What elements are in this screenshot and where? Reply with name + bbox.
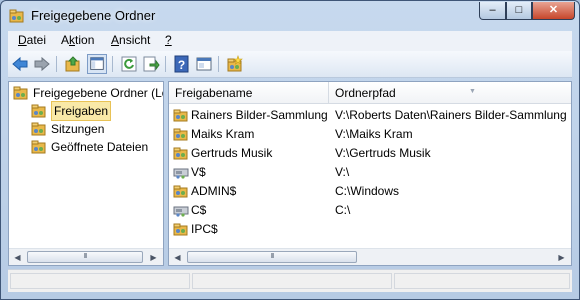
- sort-indicator-icon: ▼: [469, 88, 476, 95]
- status-cell: [192, 273, 392, 289]
- toolbar-separator: [112, 56, 113, 72]
- tree-item-label: Geöffnete Dateien: [51, 140, 149, 154]
- share-name: V$: [191, 165, 206, 179]
- shared-folders-icon: [13, 86, 28, 100]
- toolbar-separator: [165, 56, 166, 72]
- column-header-ordnerpfad[interactable]: Ordnerpfad ▼: [329, 82, 571, 104]
- folder-path: V:\: [335, 165, 350, 179]
- menu-datei[interactable]: Datei: [18, 33, 46, 47]
- shared-folder-icon: [173, 223, 188, 236]
- column-header-freigabename[interactable]: Freigabename: [169, 82, 329, 104]
- scrollbar-thumb[interactable]: III: [27, 251, 143, 263]
- svg-text:?: ?: [178, 58, 185, 72]
- menu-bar: Datei Aktion Ansicht ?: [8, 31, 572, 51]
- share-name: ADMIN$: [191, 184, 237, 198]
- share-name: IPC$: [191, 222, 218, 236]
- column-header-label: Ordnerpfad: [335, 86, 396, 100]
- folder-path: C:\: [335, 203, 351, 217]
- sessions-folder-icon: [31, 122, 46, 136]
- new-share-icon[interactable]: [226, 55, 244, 73]
- window-title: Freigegebene Ordner: [31, 8, 156, 23]
- menu-ansicht[interactable]: Ansicht: [111, 33, 150, 47]
- back-icon[interactable]: [11, 55, 29, 73]
- tree-horizontal-scrollbar[interactable]: ◀ III ▶: [9, 248, 163, 265]
- shared-folder-icon: [173, 109, 188, 122]
- status-cell: [10, 273, 190, 289]
- toolbar-separator: [218, 56, 219, 72]
- maximize-button[interactable]: □: [506, 2, 532, 20]
- forward-icon[interactable]: [33, 55, 51, 73]
- help-icon[interactable]: ?: [173, 55, 191, 73]
- status-cell: [394, 273, 570, 289]
- scroll-right-arrow-icon[interactable]: ▶: [554, 250, 569, 265]
- tree-item-label: Sitzungen: [51, 122, 105, 136]
- toolbar-separator: [56, 56, 57, 72]
- open-files-folder-icon: [31, 140, 46, 154]
- shares-folder-icon: [31, 104, 46, 118]
- shared-drive-icon: [173, 168, 189, 179]
- shared-drive-icon: [173, 206, 189, 217]
- show-hide-tree-icon[interactable]: [87, 54, 107, 74]
- folder-path: V:\Maiks Kram: [335, 127, 413, 141]
- close-button[interactable]: ✕: [532, 2, 575, 20]
- shared-folder-icon: [173, 128, 188, 141]
- share-list-pane[interactable]: Freigabename Ordnerpfad ▼ Rainers Bilder…: [168, 81, 572, 266]
- menu-aktion[interactable]: Aktion: [61, 33, 94, 47]
- scroll-left-arrow-icon[interactable]: ◀: [10, 250, 25, 265]
- tree-root-label: Freigegebene Ordner (Lo: [33, 86, 164, 100]
- folder-path: C:\Windows: [335, 184, 400, 198]
- menu-help[interactable]: ?: [165, 33, 172, 47]
- share-name: Gertruds Musik: [191, 146, 273, 160]
- properties-icon[interactable]: [195, 55, 213, 73]
- scrollbar-thumb[interactable]: III: [187, 251, 357, 263]
- share-name: C$: [191, 203, 207, 217]
- shared-folders-app-icon: [9, 9, 24, 23]
- export-list-icon[interactable]: [142, 55, 160, 73]
- title-bar[interactable]: Freigegebene Ordner – □ ✕: [1, 1, 579, 31]
- column-header-label: Freigabename: [175, 86, 253, 100]
- share-name: Rainers Bilder-Sammlung: [191, 108, 328, 122]
- up-folder-icon[interactable]: [64, 55, 82, 73]
- app-window: Freigegebene Ordner – □ ✕ Datei Aktion A…: [0, 0, 580, 300]
- tree-pane[interactable]: Freigegebene Ordner (Lo Freigaben Sitzun…: [8, 81, 164, 266]
- tree-item-label: Freigaben: [51, 101, 112, 121]
- folder-path: V:\Gertruds Musik: [335, 146, 431, 160]
- scroll-right-arrow-icon[interactable]: ▶: [146, 250, 161, 265]
- shared-folder-icon: [173, 147, 188, 160]
- scroll-left-arrow-icon[interactable]: ◀: [170, 250, 185, 265]
- list-horizontal-scrollbar[interactable]: ◀ III ▶: [169, 248, 571, 265]
- status-bar: [8, 269, 572, 292]
- toolbar: ?: [8, 51, 572, 78]
- folder-path: V:\Roberts Daten\Rainers Bilder-Sammlung: [335, 108, 567, 122]
- share-name: Maiks Kram: [191, 127, 255, 141]
- shared-folder-icon: [173, 185, 188, 198]
- refresh-icon[interactable]: [120, 55, 138, 73]
- minimize-button[interactable]: –: [479, 2, 506, 20]
